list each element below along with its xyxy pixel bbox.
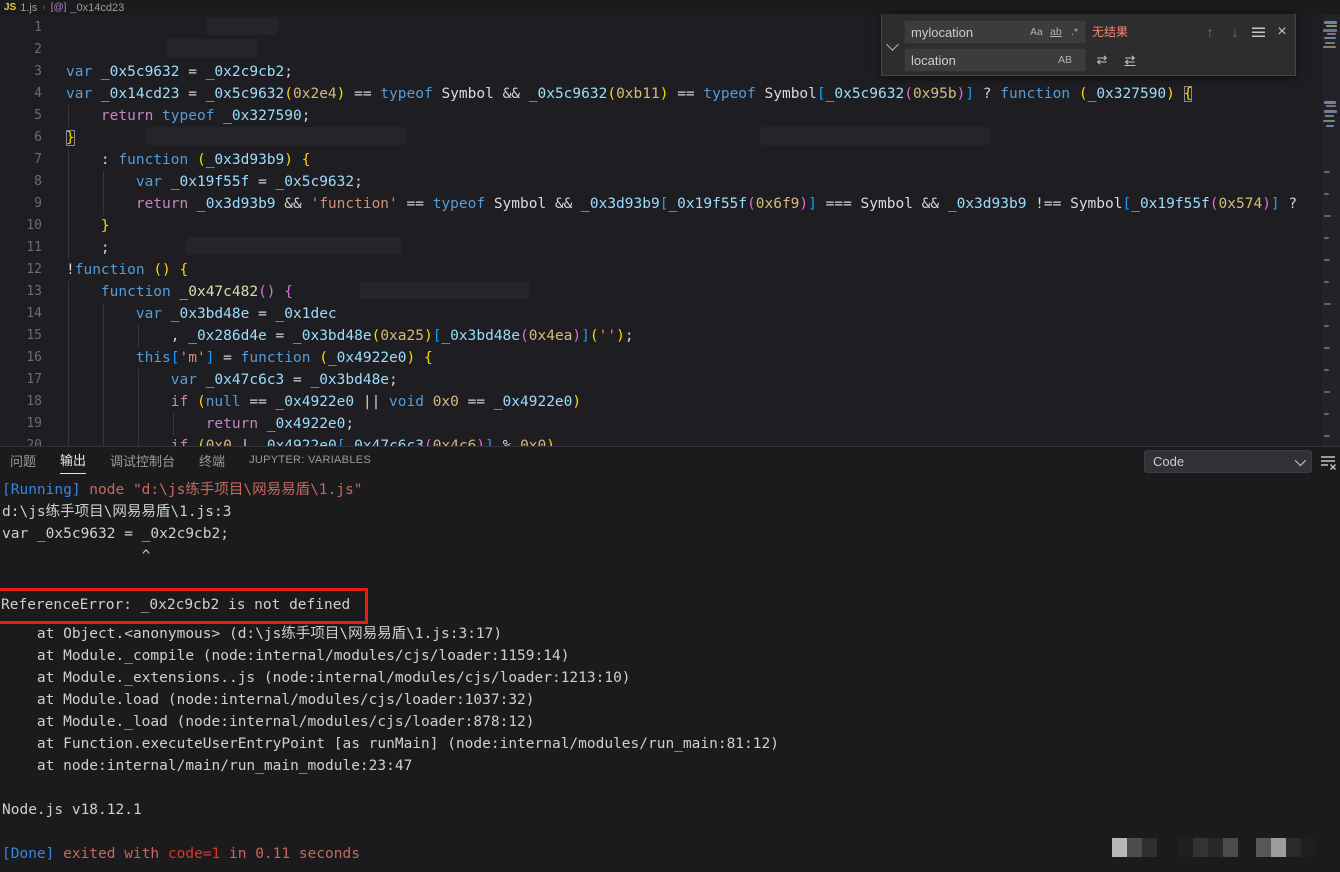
minimap[interactable] — [1322, 15, 1340, 446]
code-line[interactable]: function _0x47c482() { — [66, 281, 1322, 303]
output-line: ^ — [2, 545, 779, 567]
output-line — [2, 821, 779, 843]
code-line[interactable]: if (0x0 | _0x4922e0[_0x47c6c3(0x4c6)] % … — [66, 435, 1322, 446]
output-line: d:\js练手项目\网易易盾\1.js:3 — [2, 501, 779, 523]
output-line: [Done] exited with code=1 in 0.11 second… — [2, 843, 779, 865]
symbol-variable-icon: [@] — [51, 2, 67, 13]
error-message-boxed: ReferenceError: _0x2c9cb2 is not defined — [2, 589, 779, 623]
breadcrumb: JS 1.js › [@] _0x14cd23 — [0, 0, 1340, 15]
output-line: at Object.<anonymous> (d:\js练手项目\网易易盾\1.… — [2, 623, 779, 645]
code-line[interactable]: } — [66, 215, 1322, 237]
next-match-icon[interactable]: ↓ — [1225, 20, 1245, 44]
breadcrumb-file[interactable]: 1.js — [20, 2, 37, 14]
code-line[interactable]: var _0x14cd23 = _0x5c9632(0x2e4) == type… — [66, 83, 1322, 105]
replace-all-icon[interactable]: ⇄ — [1120, 48, 1140, 72]
toggle-replace-chevron-icon[interactable] — [886, 38, 899, 51]
output-line: at Module._compile (node:internal/module… — [2, 645, 779, 667]
output-channel-label: Code — [1153, 454, 1184, 469]
output-line: Node.js v18.12.1 — [2, 799, 779, 821]
code-line[interactable]: var _0x19f55f = _0x5c9632; — [66, 171, 1322, 193]
clear-output-icon[interactable] — [1318, 452, 1338, 472]
output-channel-select[interactable]: Code — [1144, 450, 1312, 473]
output-line — [2, 567, 779, 589]
close-icon[interactable]: × — [1272, 20, 1292, 44]
find-replace-widget: Aa ab .* 无结果 ↑ ↓ × AB ⇄ ⇄ — [881, 14, 1296, 76]
code-line[interactable]: var _0x47c6c3 = _0x3bd48e; — [66, 369, 1322, 391]
breadcrumb-separator-icon: › — [42, 2, 45, 13]
code-line[interactable]: this['m'] = function (_0x4922e0) { — [66, 347, 1322, 369]
code-line[interactable]: var _0x3bd48e = _0x1dec — [66, 303, 1322, 325]
tab-terminal[interactable]: 终端 — [199, 451, 225, 474]
find-results-count: 无结果 — [1092, 20, 1128, 44]
output-line: at node:internal/main/run_main_module:23… — [2, 755, 779, 777]
vscode-window: JS 1.js › [@] _0x14cd23 1234567891011121… — [0, 0, 1340, 872]
output-line: var _0x5c9632 = _0x2c9cb2; — [2, 523, 779, 545]
js-file-icon: JS — [4, 2, 16, 13]
code-line[interactable]: : function (_0x3d93b9) { — [66, 149, 1322, 171]
line-numbers: 1234567891011121314151617181920 — [0, 17, 42, 446]
blur-artifact — [166, 39, 258, 57]
blur-artifact — [760, 127, 990, 145]
code-line[interactable]: !function () { — [66, 259, 1322, 281]
previous-match-icon[interactable]: ↑ — [1200, 20, 1220, 44]
code-content[interactable]: var _0x5c9632 = _0x2c9cb2;var _0x14cd23 … — [66, 17, 1322, 446]
tab-debug-console[interactable]: 调试控制台 — [110, 451, 175, 474]
output-log: [Running] node "d:\js练手项目\网易易盾\1.js"d:\j… — [2, 479, 779, 865]
code-editor[interactable]: 1234567891011121314151617181920 var _0x5… — [0, 15, 1340, 446]
output-line: at Function.executeUserEntryPoint [as ru… — [2, 733, 779, 755]
breadcrumb-symbol[interactable]: _0x14cd23 — [70, 2, 124, 14]
output-line: at Module._extensions..js (node:internal… — [2, 667, 779, 689]
code-line[interactable]: return _0x4922e0; — [66, 413, 1322, 435]
bottom-panel: 问题 输出 调试控制台 终端 JUPYTER: VARIABLES Code [… — [0, 446, 1340, 872]
find-in-selection-icon[interactable] — [1252, 27, 1265, 37]
preserve-case-icon[interactable]: AB — [1058, 48, 1072, 72]
redacted-block — [1256, 838, 1316, 857]
match-case-icon[interactable]: Aa — [1030, 20, 1043, 44]
blur-artifact — [360, 281, 530, 299]
code-line[interactable]: return _0x3d93b9 && 'function' == typeof… — [66, 193, 1322, 215]
code-line[interactable]: if (null == _0x4922e0 || void 0x0 == _0x… — [66, 391, 1322, 413]
output-line — [2, 777, 779, 799]
chevron-down-icon — [1295, 454, 1306, 465]
blur-artifact — [146, 127, 406, 145]
panel-tabs: 问题 输出 调试控制台 终端 JUPYTER: VARIABLES — [10, 447, 371, 477]
replace-icon[interactable]: ⇄ — [1092, 48, 1112, 72]
output-line: [Running] node "d:\js练手项目\网易易盾\1.js" — [2, 479, 779, 501]
code-line[interactable]: , _0x286d4e = _0x3bd48e(0xa25)[_0x3bd48e… — [66, 325, 1322, 347]
whole-word-icon[interactable]: ab — [1050, 20, 1062, 44]
tab-jupyter-variables[interactable]: JUPYTER: VARIABLES — [249, 454, 371, 470]
output-line: at Module._load (node:internal/modules/c… — [2, 711, 779, 733]
tab-output[interactable]: 输出 — [60, 450, 86, 474]
blur-artifact — [186, 237, 401, 255]
redacted-block — [1178, 838, 1238, 857]
redacted-block — [1112, 838, 1157, 857]
tab-problems[interactable]: 问题 — [10, 451, 36, 474]
blur-artifact — [206, 17, 278, 35]
regex-icon[interactable]: .* — [1071, 20, 1078, 44]
code-line[interactable]: return typeof _0x327590; — [66, 105, 1322, 127]
output-line: at Module.load (node:internal/modules/cj… — [2, 689, 779, 711]
